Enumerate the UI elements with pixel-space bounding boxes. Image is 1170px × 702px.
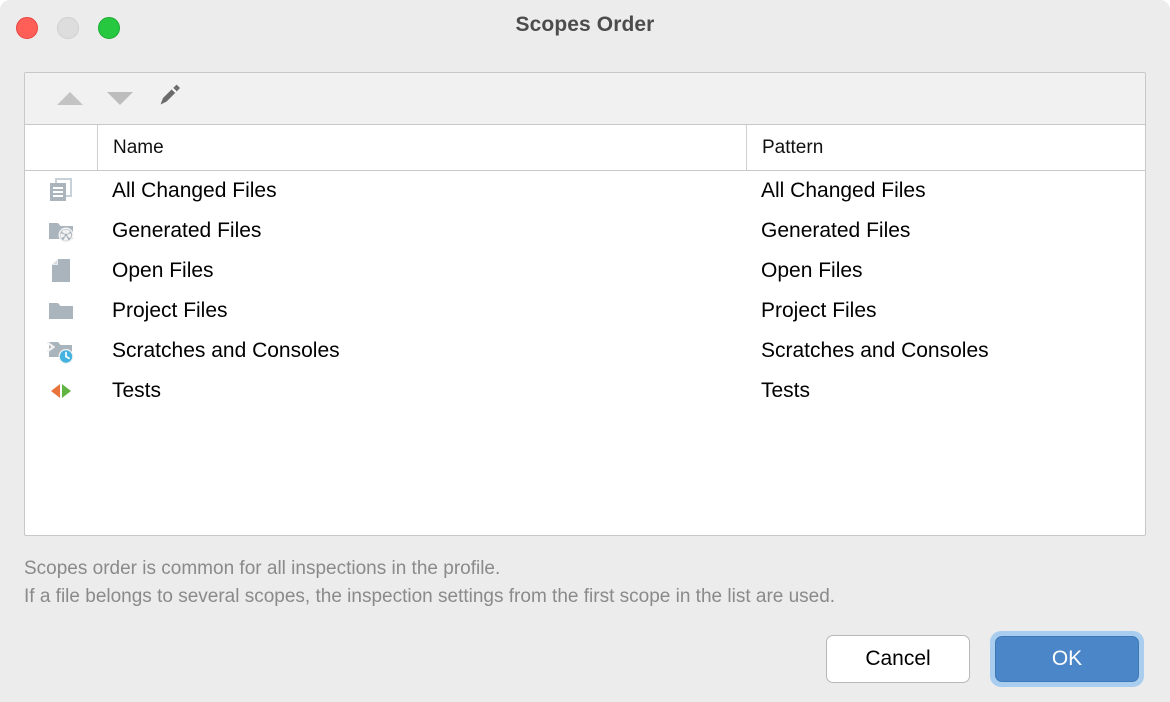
row-name: Open Files	[97, 259, 746, 283]
row-pattern: Generated Files	[746, 219, 1145, 243]
row-icon-cell	[25, 176, 97, 206]
edit-pencil-icon	[155, 81, 185, 116]
column-header-pattern[interactable]: Pattern	[746, 125, 1145, 170]
description-line-1: Scopes order is common for all inspectio…	[24, 555, 1144, 583]
table-row[interactable]: Open Files Open Files	[25, 251, 1145, 291]
cancel-button[interactable]: Cancel	[826, 635, 970, 683]
description-text: Scopes order is common for all inspectio…	[24, 555, 1144, 611]
table-header: Name Pattern	[25, 125, 1145, 171]
page-title: Scopes Order	[0, 13, 1170, 37]
row-icon-cell	[25, 296, 97, 326]
row-name: All Changed Files	[97, 179, 746, 203]
ok-button-focus-ring: OK	[990, 631, 1144, 687]
row-icon-cell	[25, 336, 97, 366]
scratches-consoles-icon	[46, 336, 76, 366]
description-line-2: If a file belongs to several scopes, the…	[24, 583, 1144, 611]
table-row[interactable]: All Changed Files All Changed Files	[25, 171, 1145, 211]
column-header-name[interactable]: Name	[97, 125, 746, 170]
table-row[interactable]: Project Files Project Files	[25, 291, 1145, 331]
row-pattern: Project Files	[746, 299, 1145, 323]
column-header-pattern-label: Pattern	[747, 137, 823, 159]
row-name: Project Files	[97, 299, 746, 323]
generated-files-icon	[46, 216, 76, 246]
move-down-icon	[107, 92, 133, 105]
project-files-icon	[46, 296, 76, 326]
scopes-order-dialog: Scopes Order	[0, 0, 1170, 702]
changed-files-icon	[46, 176, 76, 206]
move-up-button[interactable]	[45, 79, 95, 119]
row-name: Tests	[97, 379, 746, 403]
column-header-icon	[25, 125, 97, 170]
row-name: Generated Files	[97, 219, 746, 243]
row-pattern: Open Files	[746, 259, 1145, 283]
move-down-button[interactable]	[95, 79, 145, 119]
row-icon-cell	[25, 256, 97, 286]
dialog-button-bar: Cancel OK	[826, 631, 1144, 687]
row-pattern: All Changed Files	[746, 179, 1145, 203]
table-row[interactable]: Generated Files Generated Files	[25, 211, 1145, 251]
scopes-panel: Name Pattern	[24, 72, 1146, 536]
scopes-toolbar	[25, 73, 1145, 125]
column-header-name-label: Name	[98, 137, 164, 159]
row-icon-cell	[25, 216, 97, 246]
row-name: Scratches and Consoles	[97, 339, 746, 363]
title-bar: Scopes Order	[0, 0, 1170, 56]
edit-scope-button[interactable]	[145, 79, 195, 119]
move-up-icon	[57, 92, 83, 105]
open-files-icon	[46, 256, 76, 286]
row-icon-cell	[25, 376, 97, 406]
row-pattern: Scratches and Consoles	[746, 339, 1145, 363]
tests-icon	[46, 376, 76, 406]
scopes-list: All Changed Files All Changed Files	[25, 171, 1145, 411]
row-pattern: Tests	[746, 379, 1145, 403]
ok-button[interactable]: OK	[995, 636, 1139, 682]
table-row[interactable]: Scratches and Consoles Scratches and Con…	[25, 331, 1145, 371]
table-row[interactable]: Tests Tests	[25, 371, 1145, 411]
